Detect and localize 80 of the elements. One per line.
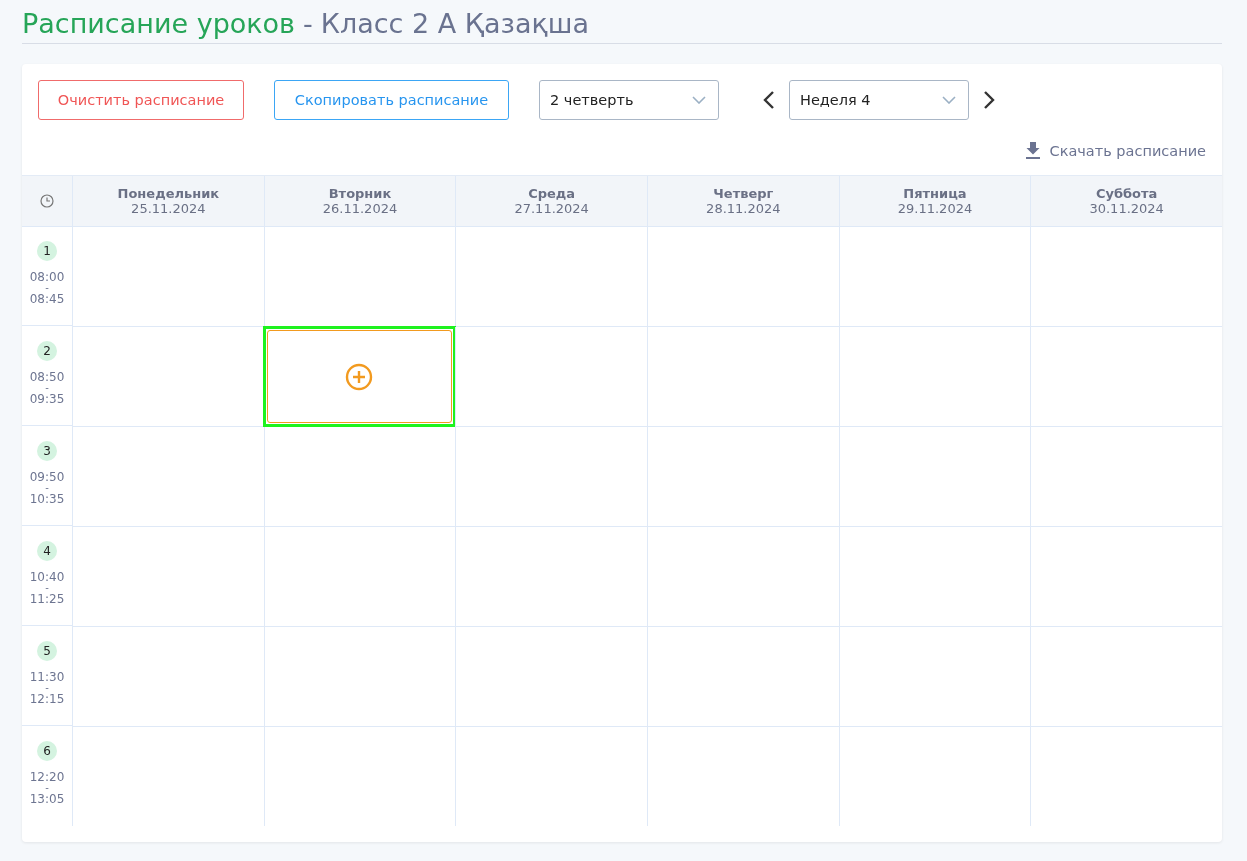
schedule-cell[interactable] bbox=[647, 227, 839, 327]
start-time: 10:40 bbox=[29, 571, 65, 583]
clear-schedule-button[interactable]: Очистить расписание bbox=[38, 80, 244, 120]
schedule-cell[interactable] bbox=[1030, 527, 1222, 627]
chevron-down-icon bbox=[692, 96, 706, 104]
add-lesson-slot[interactable] bbox=[262, 326, 457, 427]
day-name: Среда bbox=[528, 186, 576, 201]
day-name: Понедельник bbox=[117, 186, 220, 201]
end-time: 09:35 bbox=[29, 393, 65, 405]
download-icon bbox=[1025, 142, 1040, 159]
page-title: Расписание уроков bbox=[22, 8, 296, 39]
end-time: 13:05 bbox=[29, 793, 65, 805]
day-date: 25.11.2024 bbox=[131, 201, 206, 216]
schedule-cell[interactable] bbox=[455, 627, 647, 727]
class-name: Класс 2 А Қазақша bbox=[320, 8, 590, 39]
schedule-cell[interactable] bbox=[838, 527, 1031, 627]
schedule-cell[interactable] bbox=[647, 327, 839, 427]
lesson-number-badge: 4 bbox=[37, 541, 57, 561]
copy-schedule-button[interactable]: Скопировать расписание bbox=[274, 80, 509, 120]
end-time: 12:15 bbox=[29, 693, 65, 705]
time-dash: - bbox=[45, 783, 49, 793]
schedule-cell[interactable] bbox=[263, 527, 456, 627]
day-date: 26.11.2024 bbox=[322, 201, 398, 216]
start-time: 11:30 bbox=[29, 671, 65, 683]
schedule-cell[interactable] bbox=[455, 427, 647, 527]
lesson-number-badge: 5 bbox=[37, 641, 57, 661]
day-date: 30.11.2024 bbox=[1089, 201, 1164, 216]
time-dash: - bbox=[45, 483, 49, 493]
week-select[interactable]: Неделя 4 bbox=[789, 80, 969, 120]
schedule-cell[interactable] bbox=[838, 427, 1031, 527]
chevron-right-icon[interactable] bbox=[983, 91, 995, 109]
schedule-cell[interactable] bbox=[72, 627, 264, 727]
start-time: 09:50 bbox=[29, 471, 65, 483]
schedule-cell[interactable] bbox=[455, 227, 647, 327]
download-schedule-link[interactable]: Скачать расписание bbox=[1025, 142, 1206, 159]
lesson-number-badge: 2 bbox=[37, 341, 57, 361]
lesson-number-badge: 6 bbox=[37, 741, 57, 761]
day-name: Пятница bbox=[903, 186, 967, 201]
schedule-cell[interactable] bbox=[263, 627, 456, 727]
schedule-cell[interactable] bbox=[72, 527, 264, 627]
schedule-cell[interactable] bbox=[72, 227, 264, 327]
schedule-cell[interactable] bbox=[1030, 427, 1222, 527]
separator: - bbox=[303, 8, 313, 39]
schedule-cell[interactable] bbox=[1030, 227, 1222, 327]
plus-circle-icon bbox=[345, 362, 374, 391]
day-date: 29.11.2024 bbox=[897, 201, 973, 216]
quarter-select[interactable]: 2 четверть bbox=[539, 80, 719, 120]
schedule-cell[interactable] bbox=[1030, 627, 1222, 727]
schedule-cell[interactable] bbox=[647, 427, 839, 527]
schedule-cell[interactable] bbox=[455, 527, 647, 627]
day-date: 27.11.2024 bbox=[514, 201, 589, 216]
schedule-cell[interactable] bbox=[838, 227, 1031, 327]
chevron-down-icon bbox=[942, 96, 956, 104]
day-name: Вторник bbox=[328, 186, 392, 201]
schedule-cell[interactable] bbox=[72, 427, 264, 527]
schedule-cell[interactable] bbox=[263, 427, 456, 527]
end-time: 08:45 bbox=[29, 293, 65, 305]
schedule-cell[interactable] bbox=[838, 627, 1031, 727]
time-dash: - bbox=[45, 683, 49, 693]
schedule-cell[interactable] bbox=[72, 327, 264, 427]
lesson-number-badge: 1 bbox=[37, 241, 57, 261]
day-name: Суббота bbox=[1095, 186, 1158, 201]
schedule-cell[interactable] bbox=[647, 527, 839, 627]
start-time: 08:00 bbox=[29, 271, 65, 283]
end-time: 11:25 bbox=[29, 593, 65, 605]
day-name: Четверг bbox=[713, 186, 774, 201]
schedule-cell[interactable] bbox=[647, 627, 839, 727]
time-dash: - bbox=[45, 383, 49, 393]
schedule-cell[interactable] bbox=[455, 327, 647, 427]
chevron-left-icon[interactable] bbox=[763, 91, 775, 109]
time-dash: - bbox=[45, 583, 49, 593]
schedule-cell[interactable] bbox=[1030, 327, 1222, 427]
clock-icon bbox=[40, 194, 54, 208]
lesson-number-badge: 3 bbox=[37, 441, 57, 461]
start-time: 08:50 bbox=[29, 371, 65, 383]
start-time: 12:20 bbox=[29, 771, 65, 783]
schedule-cell[interactable] bbox=[838, 327, 1031, 427]
time-dash: - bbox=[45, 283, 49, 293]
day-date: 28.11.2024 bbox=[706, 201, 781, 216]
end-time: 10:35 bbox=[29, 493, 65, 505]
